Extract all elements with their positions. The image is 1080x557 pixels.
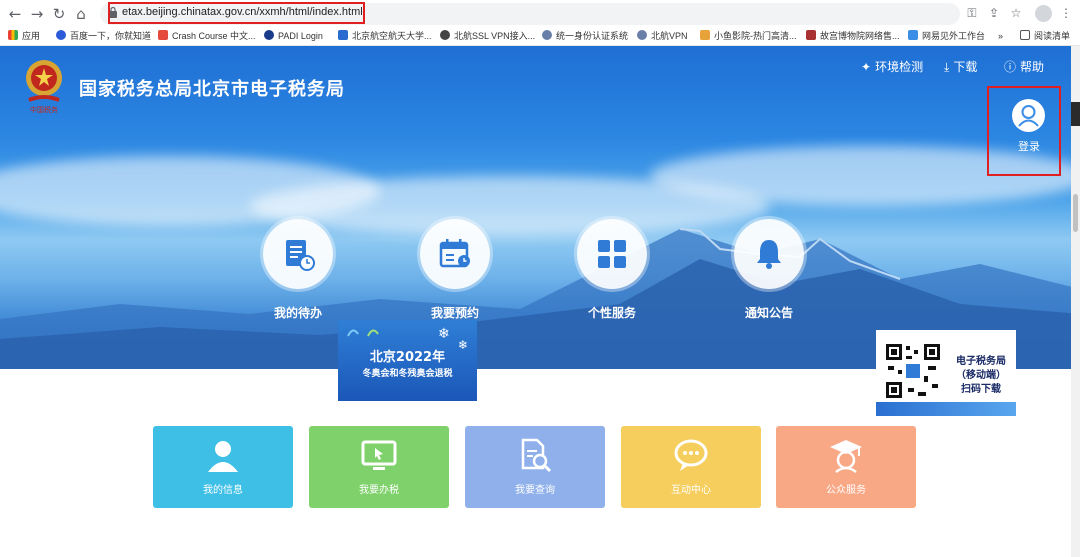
back-icon[interactable]: ← — [5, 4, 25, 24]
qr-code — [884, 342, 942, 400]
tile-tax-handling-label: 我要办税 — [359, 485, 399, 496]
profile-avatar[interactable] — [1035, 5, 1052, 22]
reload-icon[interactable]: ↻ — [49, 4, 69, 24]
appointment-label[interactable]: 我要预约 — [395, 304, 515, 321]
bookmark-buaa[interactable]: 北京航空航天大学... — [338, 29, 432, 44]
bookmark-label: 北航SSL VPN接入... — [454, 31, 536, 41]
bookmark-label: 百度一下，你就知道 — [70, 31, 152, 41]
help-icon: ⓘ — [1004, 60, 1017, 74]
user-icon — [208, 441, 238, 472]
scrollbar-thumb[interactable] — [1073, 194, 1078, 232]
bookmark-overflow[interactable]: » — [998, 29, 1003, 44]
help-label: 帮助 — [1020, 60, 1045, 74]
bookmark-label: 应用 — [22, 31, 41, 41]
bookmark-label: PADI Login — [278, 31, 323, 41]
bookmark-palace-museum[interactable]: 故宫博物院网络售... — [806, 29, 900, 44]
search-document-icon — [521, 438, 552, 473]
bookmarks-bar: 应用 百度一下，你就知道 Crash Course 中文... PADI Log… — [0, 28, 1080, 46]
tile-my-info[interactable]: 我的信息 — [153, 426, 293, 508]
bookmark-label: 小鱼影院-热门高清... — [714, 31, 797, 41]
site-title: 国家税务总局北京市电子税务局 — [79, 79, 345, 100]
bookmark-netease[interactable]: 网易见外工作台 — [908, 29, 985, 44]
bell-icon — [757, 240, 781, 269]
bookmark-ssl-vpn[interactable]: 北航SSL VPN接入... — [440, 29, 535, 44]
bookmark-crash-course[interactable]: Crash Course 中文... — [158, 29, 256, 44]
todo-label[interactable]: 我的待办 — [238, 304, 358, 321]
document-clock-icon — [286, 240, 315, 271]
user-avatar-icon[interactable] — [1012, 99, 1045, 132]
notice-label[interactable]: 通知公告 — [709, 304, 829, 321]
tile-tax-handling[interactable]: 我要办税 — [309, 426, 449, 508]
bookmark-label: 故宫博物院网络售... — [820, 31, 900, 41]
help-link[interactable]: ⓘ 帮助 — [1004, 58, 1044, 75]
tile-query-label: 我要查询 — [515, 485, 555, 496]
olympic-emblem-icon — [347, 329, 379, 337]
svg-text:中国税务: 中国税务 — [30, 105, 58, 114]
key-icon[interactable]: ⚿ — [964, 5, 980, 21]
side-tab[interactable] — [1071, 102, 1080, 126]
reading-list[interactable]: 阅读清单 — [1020, 29, 1070, 44]
todo-circle[interactable] — [263, 219, 333, 289]
notice-circle[interactable] — [734, 219, 804, 289]
calendar-clock-icon — [439, 239, 470, 268]
bookmark-baidu[interactable]: 百度一下，你就知道 — [56, 29, 151, 44]
tile-interaction[interactable]: 互动中心 — [621, 426, 761, 508]
bookmark-label: Crash Course 中文... — [172, 31, 256, 41]
qr-line3: 扫码下载 — [961, 384, 1001, 395]
mobile-app-qr-card[interactable]: 电子税务局 （移动端） 扫码下载 — [876, 330, 1016, 416]
env-check-label: 环境检测 — [875, 60, 924, 74]
star-icon[interactable]: ☆ — [1008, 5, 1024, 21]
home-icon[interactable]: ⌂ — [71, 4, 91, 24]
qr-wave-decoration — [876, 402, 1016, 416]
forward-icon[interactable]: → — [27, 4, 47, 24]
tools-icon: ✦ — [861, 60, 872, 74]
download-icon: ⤓ — [944, 60, 950, 74]
banner-subtitle: 冬奥会和冬残奥会退税 — [362, 369, 453, 379]
tax-bureau-emblem: 中国税务 — [26, 60, 62, 114]
tile-query[interactable]: 我要查询 — [465, 426, 605, 508]
bookmark-label: 网易见外工作台 — [922, 31, 986, 41]
tile-public-service[interactable]: 公众服务 — [776, 426, 916, 508]
download-link[interactable]: ⤓ 下载 — [944, 58, 977, 75]
chat-icon — [674, 439, 708, 471]
snowflake-icon: ❄ — [438, 326, 450, 342]
qr-line2: （移动端） — [956, 370, 1006, 381]
reading-list-label: 阅读清单 — [1034, 31, 1071, 41]
url-highlight-box — [108, 2, 365, 24]
bookmark-label: 北航VPN — [651, 31, 688, 41]
bookmark-padi[interactable]: PADI Login — [264, 29, 323, 44]
qr-line1: 电子税务局 — [956, 356, 1006, 367]
monitor-icon — [361, 440, 397, 470]
bookmark-apps[interactable]: 应用 — [8, 29, 40, 44]
bookmark-sso[interactable]: 统一身份认证系统 — [542, 29, 628, 44]
tile-my-info-label: 我的信息 — [203, 485, 243, 496]
bookmark-label: 北京航空航天大学... — [352, 31, 432, 41]
banner-title: 北京2022年 — [369, 350, 446, 365]
grid-icon — [598, 240, 626, 268]
graduate-icon — [830, 440, 862, 474]
appointment-circle[interactable] — [420, 219, 490, 289]
login-button[interactable]: 登录 — [1018, 138, 1040, 154]
olympic-tax-refund-banner[interactable]: ❄ ❄ 北京2022年 冬奥会和冬残奥会退税 — [338, 320, 477, 401]
personal-service-circle[interactable] — [577, 219, 647, 289]
env-check-link[interactable]: ✦ 环境检测 — [861, 58, 923, 75]
bookmark-buaa-vpn[interactable]: 北航VPN — [637, 29, 688, 44]
tile-public-service-label: 公众服务 — [826, 485, 866, 496]
bookmark-label: 统一身份认证系统 — [556, 31, 629, 41]
share-icon[interactable]: ⇪ — [986, 5, 1002, 21]
personal-service-label[interactable]: 个性服务 — [552, 304, 672, 321]
bookmark-xiaoyu[interactable]: 小鱼影院-热门高清... — [700, 29, 797, 44]
tile-interaction-label: 互动中心 — [671, 485, 711, 496]
download-label: 下载 — [953, 60, 978, 74]
menu-icon[interactable]: ⋮ — [1058, 5, 1074, 21]
